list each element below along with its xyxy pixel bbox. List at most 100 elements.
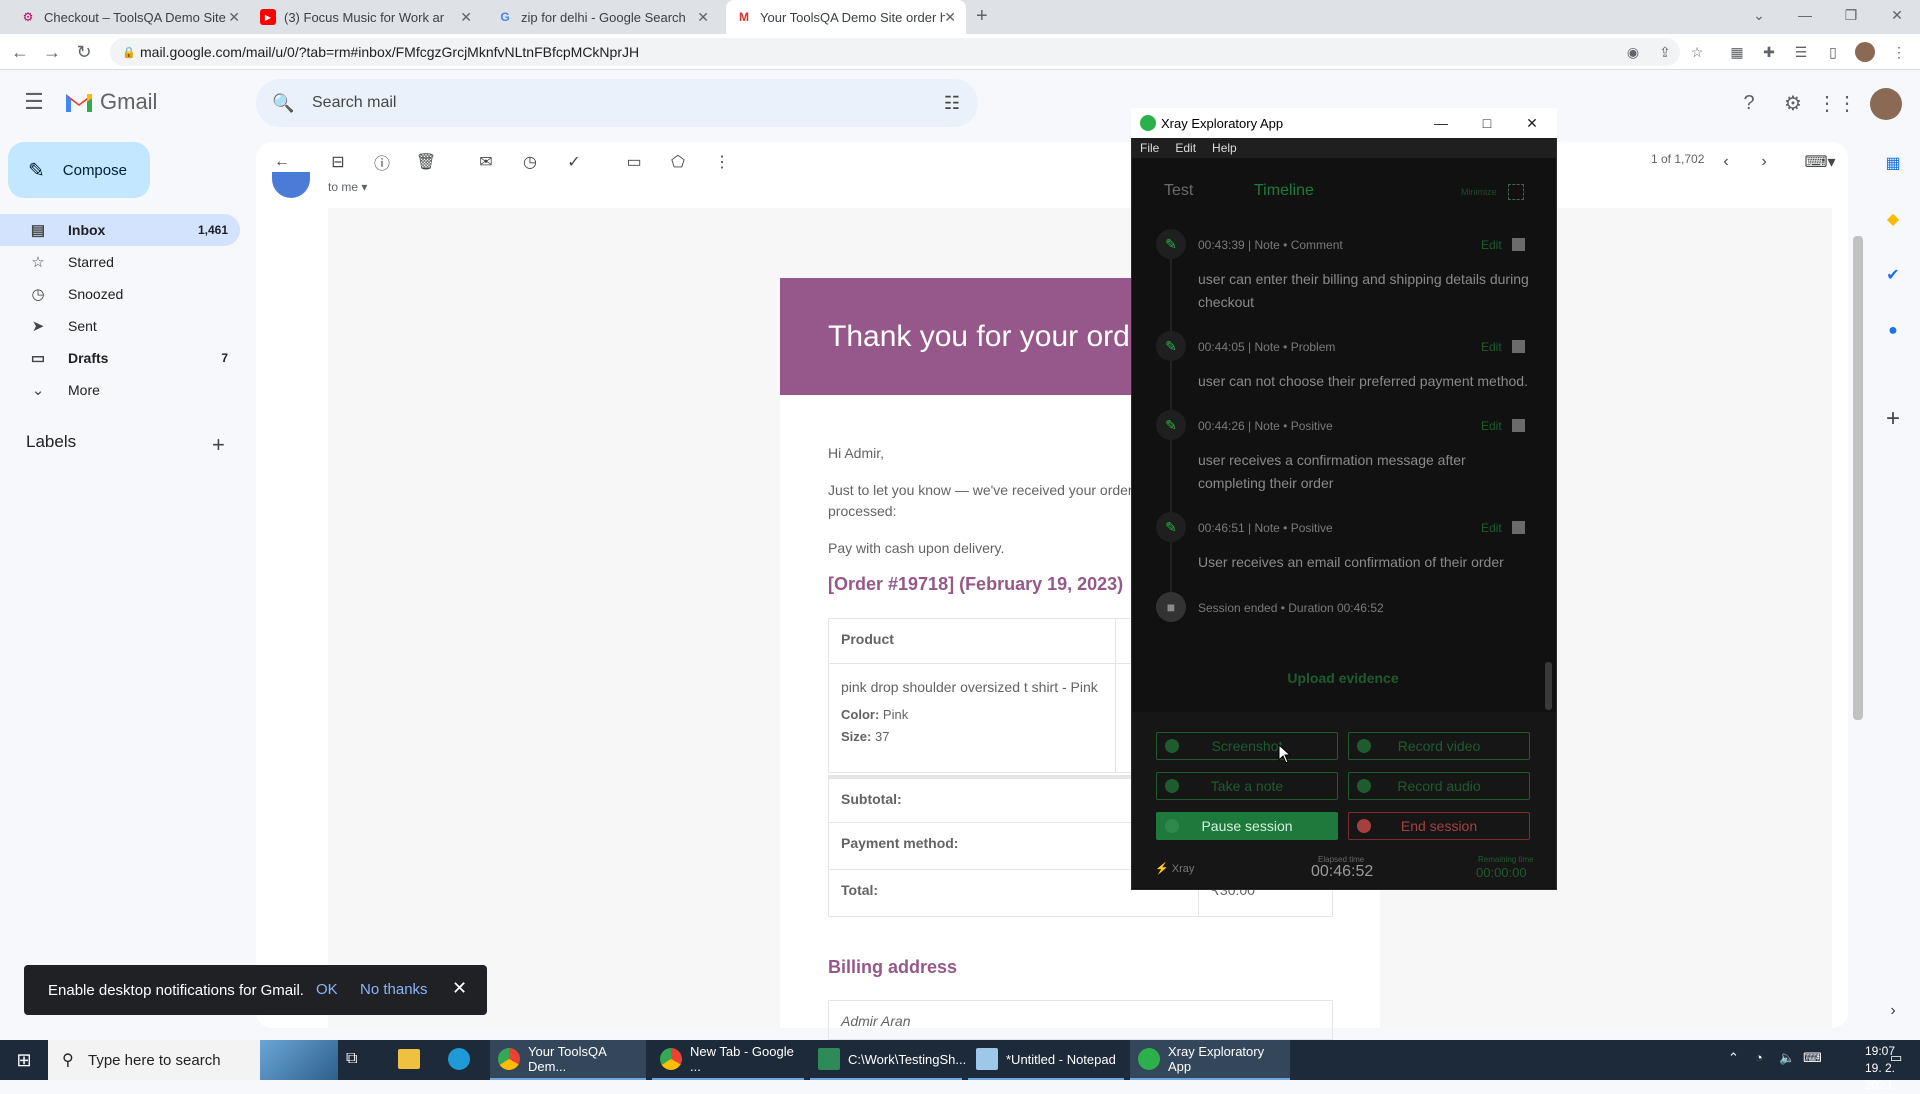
apps-grid-icon[interactable]: ⋮⋮ — [1817, 90, 1857, 116]
sidebar-item-starred[interactable]: ☆ Starred — [0, 246, 240, 278]
edit-link[interactable]: Edit — [1481, 340, 1502, 354]
minimize-icon[interactable]: — — [1782, 0, 1828, 30]
notifications-icon[interactable]: ▭ — [1890, 1050, 1902, 1066]
search-options-icon[interactable]: ☷ — [944, 93, 960, 114]
bookmark-star-icon[interactable]: ☆ — [1687, 42, 1707, 62]
archive-icon[interactable]: ⊟ — [326, 150, 350, 174]
sidebar-item-more[interactable]: ⌄ More — [0, 374, 240, 406]
pause-session-button[interactable]: Pause session — [1156, 812, 1338, 840]
mark-unread-icon[interactable]: ✉ — [474, 150, 498, 174]
restore-icon[interactable]: ❐ — [1828, 0, 1874, 30]
more-options-icon[interactable]: ⋮ — [710, 150, 734, 174]
capture-region-icon[interactable] — [1508, 184, 1524, 200]
attachment-thumbnail[interactable] — [1512, 238, 1525, 251]
maximize-icon[interactable]: □ — [1470, 110, 1504, 136]
task-view-icon[interactable]: ⧉ — [346, 1050, 357, 1068]
tab-google-search[interactable]: G zip for delhi - Google Search ✕ — [487, 0, 719, 34]
reload-icon[interactable]: ↻ — [72, 40, 96, 64]
tab-checkout[interactable]: ⚙ Checkout – ToolsQA Demo Site ✕ — [10, 0, 250, 34]
account-avatar[interactable] — [1870, 88, 1902, 120]
kebab-menu-icon[interactable]: ⋮ — [1889, 42, 1909, 62]
close-icon[interactable]: ✕ — [228, 9, 240, 26]
taskbar-item-chrome-newtab[interactable]: New Tab - Google ... — [652, 1040, 804, 1080]
edit-link[interactable]: Edit — [1481, 238, 1502, 252]
extension-icon[interactable]: ▦ — [1727, 42, 1747, 62]
file-explorer-icon[interactable] — [398, 1049, 420, 1069]
taskbar-item-notepad[interactable]: *Untitled - Notepad — [968, 1040, 1124, 1080]
taskbar-item-xray[interactable]: Xray Exploratory App — [1130, 1040, 1290, 1080]
tab-gmail[interactable]: M Your ToolsQA Demo Site order h ✕ — [726, 0, 966, 34]
menu-file[interactable]: File — [1140, 141, 1159, 155]
taskbar-search-input[interactable]: ⚲ Type here to search — [48, 1040, 338, 1080]
settings-gear-icon[interactable]: ⚙ — [1780, 90, 1806, 116]
close-icon[interactable]: ✕ — [697, 9, 709, 26]
sidebar-item-sent[interactable]: ➤ Sent — [0, 310, 240, 342]
tasks-icon[interactable]: ✔ — [1880, 262, 1906, 288]
help-icon[interactable]: ? — [1736, 90, 1762, 116]
add-label-icon[interactable]: + — [212, 432, 225, 458]
search-icon[interactable]: 🔍 — [272, 93, 294, 114]
add-task-icon[interactable]: ✓ — [562, 150, 586, 174]
expand-panel-icon[interactable]: › — [1880, 998, 1906, 1024]
attachment-thumbnail[interactable] — [1512, 340, 1525, 353]
mail-scrollbar[interactable] — [1853, 236, 1863, 720]
sidebar-item-inbox[interactable]: ▤ Inbox 1,461 — [0, 214, 240, 246]
edge-icon[interactable] — [448, 1048, 470, 1070]
network-icon[interactable]: ◔ — [1755, 1050, 1763, 1065]
reading-list-icon[interactable]: ☰ — [1791, 42, 1811, 62]
windows-start-icon[interactable]: ⊞ — [0, 1040, 48, 1080]
tab-timeline[interactable]: Timeline — [1254, 182, 1314, 200]
puzzle-icon[interactable]: ✚ — [1759, 42, 1779, 62]
notification-no-thanks-button[interactable]: No thanks — [360, 981, 428, 998]
compose-button[interactable]: ✎ Compose — [8, 142, 150, 198]
contacts-icon[interactable]: ● — [1880, 318, 1906, 344]
delete-icon[interactable]: 🗑 — [414, 150, 438, 174]
snooze-icon[interactable]: ◷ — [518, 150, 542, 174]
share-icon[interactable]: ⇪ — [1655, 42, 1675, 62]
gmail-logo[interactable]: Gmail — [64, 89, 157, 115]
menu-help[interactable]: Help — [1212, 141, 1237, 155]
add-addon-icon[interactable]: + — [1880, 405, 1906, 432]
timeline-scrollbar[interactable] — [1545, 662, 1552, 710]
new-tab-button[interactable]: + — [976, 5, 988, 28]
close-window-icon[interactable]: ✕ — [1874, 0, 1920, 30]
taskbar-item-folder[interactable]: C:\Work\TestingSh... — [810, 1040, 966, 1080]
minimize-link[interactable]: Minimize — [1461, 187, 1497, 197]
recipient-line[interactable]: to me ▾ — [328, 180, 367, 194]
close-icon[interactable]: ✕ — [460, 9, 472, 26]
eye-icon[interactable]: ◉ — [1623, 42, 1643, 62]
record-video-button[interactable]: Record video — [1348, 732, 1530, 760]
close-icon[interactable]: ✕ — [944, 9, 956, 26]
edit-link[interactable]: Edit — [1481, 419, 1502, 433]
search-mail-input[interactable]: 🔍 Search mail ☷ — [256, 79, 978, 127]
record-audio-button[interactable]: Record audio — [1348, 772, 1530, 800]
tab-test[interactable]: Test — [1164, 182, 1193, 200]
sidebar-item-drafts[interactable]: ▭ Drafts 7 — [0, 342, 240, 374]
calendar-icon[interactable]: ▦ — [1880, 150, 1906, 176]
profile-avatar[interactable] — [1855, 42, 1875, 62]
tray-chevron-icon[interactable]: ⌃ — [1728, 1050, 1739, 1066]
volume-icon[interactable]: 🔈 — [1779, 1050, 1795, 1066]
screenshot-button[interactable]: Screenshot — [1156, 732, 1338, 760]
move-to-icon[interactable]: ▭ — [622, 150, 646, 174]
main-menu-icon[interactable]: ☰ — [20, 88, 48, 116]
edit-link[interactable]: Edit — [1481, 521, 1502, 535]
keyboard-layout-icon[interactable]: ⌨ — [1803, 1050, 1822, 1066]
close-icon[interactable]: ✕ — [1515, 110, 1549, 136]
keep-icon[interactable]: ◆ — [1880, 206, 1906, 232]
tab-search-icon[interactable]: ⌄ — [1736, 0, 1782, 30]
menu-edit[interactable]: Edit — [1175, 141, 1196, 155]
input-tools-icon[interactable]: ⌨▾ — [1800, 150, 1840, 174]
back-icon[interactable]: ← — [8, 40, 32, 64]
taskbar-item-chrome-toolsqa[interactable]: Your ToolsQA Dem... — [490, 1040, 646, 1080]
upload-evidence-button[interactable]: Upload evidence — [1230, 670, 1456, 686]
url-bar[interactable]: 🔒 mail.google.com/mail/u/0/?tab=rm#inbox… — [110, 38, 1680, 66]
tab-youtube[interactable]: ▶ (3) Focus Music for Work and ✕ — [250, 0, 482, 34]
forward-icon[interactable]: → — [40, 40, 64, 64]
attachment-thumbnail[interactable] — [1512, 521, 1525, 534]
sidebar-item-snoozed[interactable]: ◷ Snoozed — [0, 278, 240, 310]
report-spam-icon[interactable]: ⓘ — [370, 150, 394, 174]
side-panel-icon[interactable]: ▯ — [1823, 42, 1843, 62]
end-session-button[interactable]: End session — [1348, 812, 1530, 840]
take-note-button[interactable]: Take a note — [1156, 772, 1338, 800]
